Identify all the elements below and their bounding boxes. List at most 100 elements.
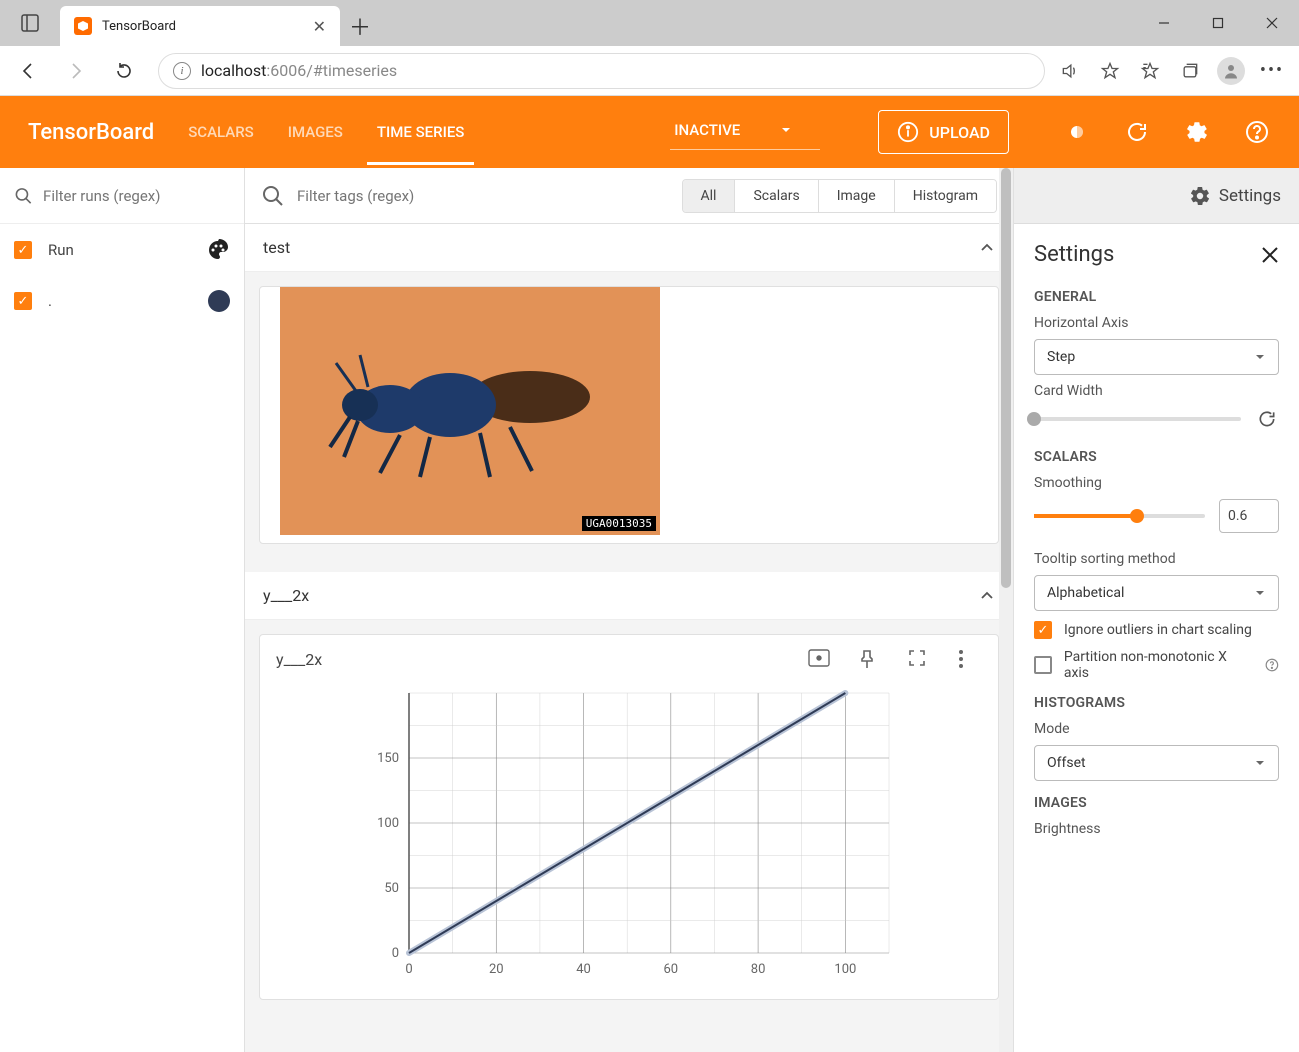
- palette-icon[interactable]: [206, 238, 230, 262]
- center-panel: All Scalars Image Histogram test: [245, 168, 1013, 1052]
- cardwidth-slider[interactable]: [1034, 417, 1241, 421]
- svg-text:150: 150: [377, 751, 399, 766]
- chevron-down-icon: [1254, 757, 1266, 769]
- status-dropdown[interactable]: INACTIVE: [670, 115, 820, 150]
- run-item[interactable]: ✓ .: [0, 276, 244, 326]
- upload-button[interactable]: UPLOAD: [878, 110, 1009, 154]
- pin-icon[interactable]: [858, 649, 882, 669]
- tag-toolbar: All Scalars Image Histogram: [245, 168, 1013, 224]
- mode-label: Mode: [1034, 721, 1279, 737]
- settings-label: Settings: [1219, 186, 1281, 206]
- svg-text:80: 80: [751, 962, 766, 977]
- favorites-icon[interactable]: [1137, 58, 1163, 84]
- smoothing-input[interactable]: [1219, 499, 1279, 533]
- ignore-outliers-row[interactable]: ✓ Ignore outliers in chart scaling: [1034, 621, 1279, 639]
- brightness-label: Brightness: [1034, 821, 1279, 837]
- theme-toggle-icon[interactable]: [1063, 118, 1091, 146]
- help-icon[interactable]: [1265, 658, 1279, 672]
- maximize-button[interactable]: [1191, 0, 1245, 46]
- site-info-icon[interactable]: i: [173, 62, 191, 80]
- tab-scalars[interactable]: SCALARS: [186, 99, 256, 165]
- run-name: .: [48, 292, 192, 310]
- runs-panel: ✓ Run ✓ .: [0, 168, 245, 1052]
- smoothing-label: Smoothing: [1034, 475, 1279, 491]
- tb-header: TensorBoard SCALARS IMAGES TIME SERIES I…: [0, 96, 1299, 168]
- minimize-button[interactable]: [1137, 0, 1191, 46]
- cardwidth-label: Card Width: [1034, 383, 1279, 399]
- fullscreen-icon[interactable]: [908, 649, 932, 669]
- checkbox-icon[interactable]: ✓: [1034, 656, 1052, 674]
- svg-text:60: 60: [664, 962, 679, 977]
- more-vert-icon[interactable]: [958, 649, 982, 669]
- settings-panel: Settings Settings GENERAL Horizontal Axi…: [1013, 168, 1299, 1052]
- read-aloud-icon[interactable]: [1057, 58, 1083, 84]
- info-icon: [897, 121, 919, 143]
- reset-icon[interactable]: [1255, 407, 1279, 431]
- chevron-down-icon: [780, 124, 792, 136]
- window-controls: [1137, 0, 1299, 46]
- svg-text:50: 50: [384, 881, 399, 896]
- settings-button[interactable]: Settings: [1189, 185, 1281, 207]
- mode-select[interactable]: Offset: [1034, 745, 1279, 781]
- tb-nav-tabs: SCALARS IMAGES TIME SERIES: [186, 96, 466, 168]
- tab-close-icon[interactable]: ✕: [313, 17, 326, 36]
- smoothing-slider[interactable]: [1034, 514, 1205, 518]
- tab-images[interactable]: IMAGES: [286, 99, 345, 165]
- sidebar-toggle[interactable]: [0, 0, 60, 46]
- chevron-up-icon: [979, 240, 995, 256]
- new-tab-button[interactable]: ＋: [340, 6, 380, 46]
- back-button[interactable]: [6, 51, 50, 91]
- toggle-scalars[interactable]: Scalars: [734, 180, 817, 212]
- checkbox-icon[interactable]: ✓: [14, 241, 32, 259]
- browser-tab[interactable]: TensorBoard ✕: [60, 6, 340, 46]
- gear-icon[interactable]: [1183, 118, 1211, 146]
- toggle-image[interactable]: Image: [818, 180, 894, 212]
- collections-icon[interactable]: [1177, 58, 1203, 84]
- close-window-button[interactable]: [1245, 0, 1299, 46]
- toggle-all[interactable]: All: [683, 180, 735, 212]
- group-header-y2x[interactable]: y___2x: [245, 572, 1013, 620]
- run-item[interactable]: ✓ Run: [0, 224, 244, 276]
- search-icon: [14, 185, 33, 207]
- haxis-label: Horizontal Axis: [1034, 315, 1279, 331]
- forward-button[interactable]: [54, 51, 98, 91]
- checkbox-icon[interactable]: ✓: [1034, 621, 1052, 639]
- svg-text:0: 0: [392, 946, 399, 961]
- image-card: UGA0013035: [259, 286, 999, 544]
- chart-title: y___2x: [276, 650, 322, 669]
- scrollbar-thumb[interactable]: [1001, 168, 1011, 588]
- line-chart: 020406080100050100150: [260, 683, 998, 999]
- help-icon[interactable]: [1243, 118, 1271, 146]
- tooltip-select[interactable]: Alphabetical: [1034, 575, 1279, 611]
- tab-time-series[interactable]: TIME SERIES: [375, 99, 467, 165]
- line-chart-card: y___2x 020406080100050100150: [259, 634, 999, 1000]
- runs-filter-input[interactable]: [43, 187, 230, 205]
- haxis-select[interactable]: Step: [1034, 339, 1279, 375]
- refresh-icon[interactable]: [1123, 118, 1151, 146]
- more-menu-icon[interactable]: •••: [1259, 58, 1285, 84]
- section-histograms: HISTOGRAMS: [1034, 695, 1279, 711]
- color-swatch[interactable]: [208, 290, 230, 312]
- checkbox-icon[interactable]: ✓: [14, 292, 32, 310]
- chevron-down-icon: [1254, 351, 1266, 363]
- reload-button[interactable]: [102, 51, 146, 91]
- section-general: GENERAL: [1034, 289, 1279, 305]
- partition-row[interactable]: ✓ Partition non-monotonic X axis: [1034, 649, 1279, 681]
- group-title: test: [263, 238, 290, 257]
- toggle-histogram[interactable]: Histogram: [894, 180, 996, 212]
- tooltip-label: Tooltip sorting method: [1034, 551, 1279, 567]
- scrollbar-track[interactable]: [999, 168, 1013, 1052]
- run-name: Run: [48, 241, 190, 259]
- tag-filter-input[interactable]: [297, 187, 557, 205]
- runs-filter-row: [0, 168, 244, 224]
- close-icon[interactable]: [1261, 246, 1279, 264]
- chevron-up-icon: [979, 588, 995, 604]
- fit-icon[interactable]: [808, 649, 832, 669]
- svg-text:0: 0: [405, 962, 412, 977]
- group-header-test[interactable]: test: [245, 224, 1013, 272]
- settings-toggle-bar: Settings: [1014, 168, 1299, 224]
- favorite-add-icon[interactable]: [1097, 58, 1123, 84]
- profile-avatar[interactable]: [1217, 57, 1245, 85]
- svg-text:40: 40: [576, 962, 591, 977]
- address-bar[interactable]: i localhost:6006/#timeseries: [158, 53, 1045, 89]
